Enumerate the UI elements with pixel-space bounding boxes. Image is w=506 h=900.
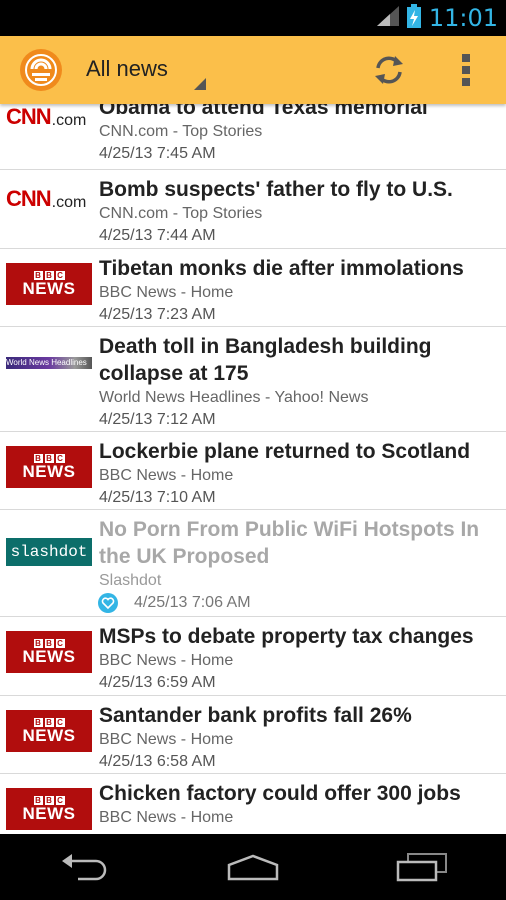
refresh-button[interactable]	[367, 48, 411, 92]
overflow-menu-button[interactable]	[444, 48, 488, 92]
article-date: 4/25/13 7:45 AM	[99, 145, 216, 162]
source-logo-bbc-news: BBC NEWS	[6, 263, 92, 305]
home-button[interactable]	[223, 847, 283, 887]
article-source: CNN.com - Top Stories	[99, 205, 263, 222]
news-item[interactable]: BBC NEWS Santander bank profits fall 26%…	[0, 696, 506, 774]
news-item[interactable]: CNN .com Bomb suspects' father to fly to …	[0, 170, 506, 249]
status-icons: 11:01	[376, 0, 498, 36]
battery-charging-icon	[406, 3, 421, 33]
article-source: BBC News - Home	[99, 284, 234, 301]
article-title: Santander bank profits fall 26%	[99, 704, 412, 727]
article-source: BBC News - Home	[99, 731, 234, 748]
article-date-row: 4/25/13 7:06 AM	[98, 592, 498, 620]
home-icon	[227, 854, 279, 881]
source-logo-world-news: World News Headlines	[6, 357, 92, 369]
news-item[interactable]: slashdot No Porn From Public WiFi Hotspo…	[0, 510, 506, 617]
news-filter-spinner[interactable]: All news	[86, 54, 210, 90]
article-title: MSPs to debate property tax changes	[99, 625, 474, 648]
article-title: Obama to attend Texas memorial	[99, 104, 428, 119]
status-bar: 11:01	[0, 0, 506, 36]
source-logo-bbc-news: BBC NEWS	[6, 631, 92, 673]
source-logo-cnn: CNN .com	[6, 104, 87, 129]
source-logo-bbc-news: BBC NEWS	[6, 710, 92, 752]
news-item[interactable]: BBC NEWS Tibetan monks die after immolat…	[0, 249, 506, 327]
source-logo-bbc-news: BBC NEWS	[6, 788, 92, 830]
article-title: Tibetan monks die after immolations	[99, 257, 464, 280]
favorite-heart-icon[interactable]	[98, 593, 118, 613]
recent-apps-button[interactable]	[392, 847, 452, 887]
navigation-bar	[0, 834, 506, 900]
back-icon	[62, 854, 107, 881]
source-logo-bbc-news: BBC NEWS	[6, 446, 92, 488]
more-vert-icon	[462, 54, 470, 86]
article-title: Bomb suspects' father to fly to U.S.	[99, 178, 453, 201]
clock: 11:01	[428, 4, 498, 32]
article-source: CNN.com - Top Stories	[99, 123, 263, 140]
article-source: BBC News - Home	[99, 467, 234, 484]
article-title: Death toll in Bangladesh building collap…	[99, 335, 432, 385]
source-logo-cnn: CNN .com	[6, 186, 87, 211]
news-item[interactable]: BBC NEWS Chicken factory could offer 300…	[0, 774, 506, 834]
article-source: BBC News - Home	[99, 652, 234, 669]
news-item[interactable]: CNN .com Obama to attend Texas memorial C…	[0, 104, 506, 170]
action-bar: All news	[0, 36, 506, 104]
news-item[interactable]: BBC NEWS Lockerbie plane returned to Sco…	[0, 432, 506, 510]
article-title: Lockerbie plane returned to Scotland	[99, 440, 471, 463]
spinner-arrow-icon	[194, 78, 206, 90]
spinner-label: All news	[86, 56, 168, 81]
article-source: Slashdot	[99, 572, 162, 589]
news-item[interactable]: BBC NEWS MSPs to debate property tax cha…	[0, 617, 506, 696]
article-title: Chicken factory could offer 300 jobs	[99, 782, 461, 805]
app-logo-icon[interactable]	[20, 49, 62, 91]
article-date: 4/25/13 7:06 AM	[134, 594, 251, 611]
news-item[interactable]: World News Headlines Death toll in Bangl…	[0, 327, 506, 432]
back-button[interactable]	[54, 847, 114, 887]
article-source: BBC News - Home	[99, 809, 234, 826]
refresh-icon	[375, 56, 403, 84]
news-list[interactable]: CNN .com Obama to attend Texas memorial C…	[0, 104, 506, 834]
signal-icon	[376, 5, 399, 31]
recent-apps-icon	[396, 853, 447, 882]
article-title: No Porn From Public WiFi Hotspots In the…	[99, 518, 480, 568]
article-source: World News Headlines - Yahoo! News	[99, 389, 369, 406]
source-logo-slashdot: slashdot	[6, 538, 92, 566]
